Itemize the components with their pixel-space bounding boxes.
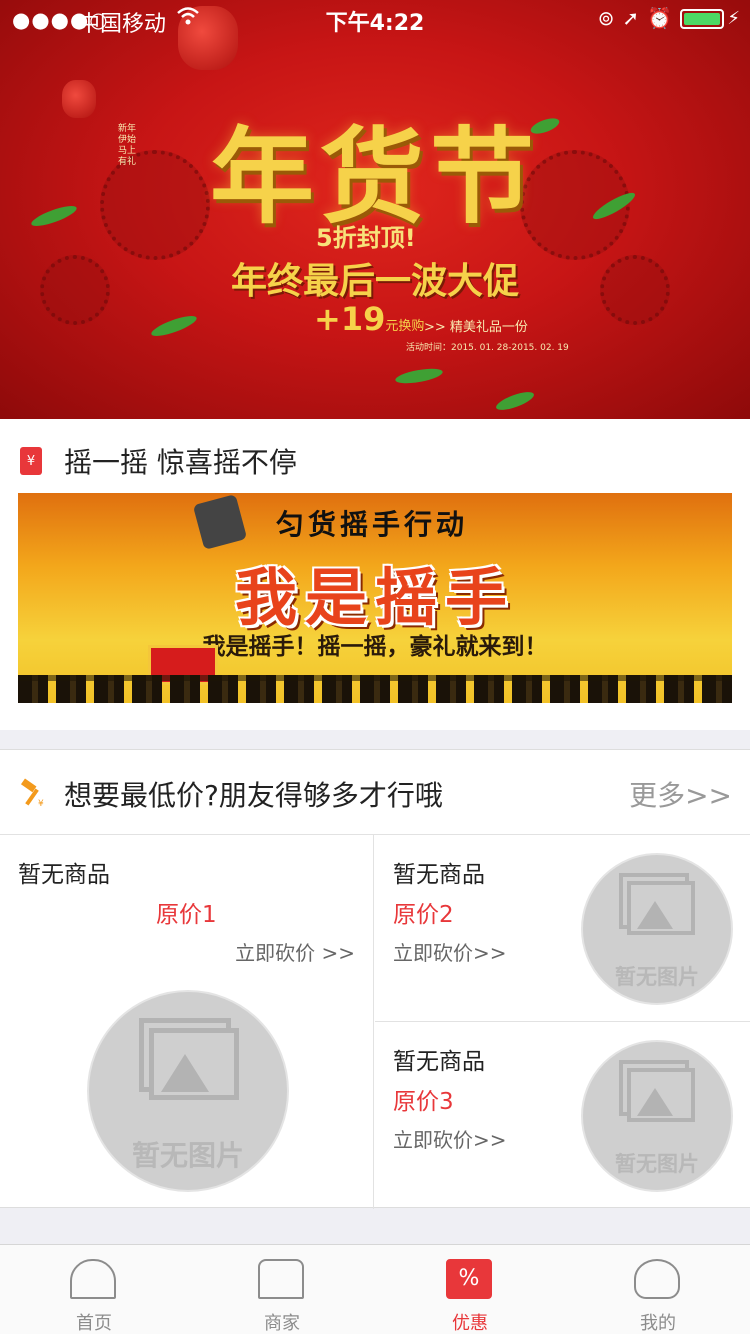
product-name: 暂无商品 <box>18 862 110 888</box>
product-original-price: 原价2 <box>393 902 454 928</box>
tab-label: 我的 <box>640 1313 676 1334</box>
location-icon: ➚ <box>622 6 648 30</box>
product-name: 暂无商品 <box>393 862 485 888</box>
hero-banner[interactable]: 新年伊始 马上有礼 年货节 5折封顶! 年终最后一波大促 +19元换购 >> 精… <box>0 0 750 419</box>
no-image-text: 暂无图片 <box>615 965 699 989</box>
product-original-price: 原价3 <box>393 1089 454 1115</box>
hero-plus-unit: 元换购 <box>385 319 425 334</box>
no-image-text: 暂无图片 <box>131 1139 244 1172</box>
home-icon <box>70 1259 116 1299</box>
status-bar: ●●●●○ 中国移动 下午4:22 ⊚➚⏰ ⚡ <box>0 0 750 40</box>
bargain-title: 想要最低价?朋友得够多才行哦 <box>64 779 443 812</box>
tab-discount[interactable]: % 优惠 <box>376 1245 564 1334</box>
alarm-icon: ⏰ <box>647 6 680 30</box>
tab-profile[interactable]: 我的 <box>564 1245 750 1334</box>
hero-cap-line: 5折封顶! <box>316 224 416 252</box>
tab-bar: 首页 商家 % 优惠 我的 <box>0 1244 750 1334</box>
tab-label: 优惠 <box>452 1313 488 1334</box>
bargain-now-link[interactable]: 立即砍价 >> <box>235 937 355 966</box>
no-image-placeholder: 暂无图片 <box>581 1040 733 1192</box>
svg-text:¥: ¥ <box>38 799 44 808</box>
shake-banner-slogan: 我是摇手！摇一摇，豪礼就来到！ <box>202 634 548 660</box>
hero-subtitle: 年终最后一波大促 <box>230 261 519 302</box>
tab-label: 首页 <box>76 1313 112 1334</box>
hero-plus-value: +19 <box>314 300 386 338</box>
tab-label: 商家 <box>264 1313 300 1334</box>
bargain-item-1[interactable]: 暂无商品 原价1 立即砍价 >> 暂无图片 <box>0 835 374 1209</box>
bargain-item-3[interactable]: 暂无商品 原价3 立即砍价>> 暂无图片 <box>375 1022 750 1209</box>
no-image-placeholder: 暂无图片 <box>87 990 289 1192</box>
discount-icon: % <box>446 1259 492 1299</box>
mountain-shape <box>637 1088 673 1116</box>
shake-banner[interactable]: 匀货摇手行动 我是摇手 我是摇手！摇一摇，豪礼就来到！ <box>18 493 732 703</box>
product-name: 暂无商品 <box>393 1049 485 1075</box>
rotation-lock-icon: ⊚ <box>597 6 623 30</box>
shake-header[interactable]: ¥ 摇一摇 惊喜摇不停 <box>0 419 750 493</box>
user-icon <box>634 1259 680 1299</box>
red-envelope-icon: ¥ <box>20 447 42 475</box>
leaf-decoration <box>394 365 444 387</box>
no-image-placeholder: 暂无图片 <box>581 853 733 1005</box>
product-original-price: 原价1 <box>156 902 217 928</box>
status-icons: ⊚➚⏰ <box>598 6 680 30</box>
bargain-grid: 暂无商品 原价1 立即砍价 >> 暂无图片 暂无商品 原价2 立即砍价>> 暂无… <box>0 834 750 1209</box>
shake-title: 摇一摇 惊喜摇不停 <box>64 446 297 479</box>
leaf-decoration <box>494 388 536 414</box>
hero-plus-price: +19元换购 <box>314 300 424 338</box>
hero-gift-text: >> 精美礼品一份 <box>424 320 528 335</box>
mountain-shape <box>637 901 673 929</box>
shop-icon <box>258 1259 304 1299</box>
shake-section: ¥ 摇一摇 惊喜摇不停 匀货摇手行动 我是摇手 我是摇手！摇一摇，豪礼就来到！ <box>0 419 750 730</box>
shake-banner-main-text: 我是摇手 <box>234 561 515 634</box>
tab-shop[interactable]: 商家 <box>188 1245 376 1334</box>
mountain-shape <box>161 1054 209 1092</box>
bargain-section: ¥ 想要最低价?朋友得够多才行哦 更多>> 暂无商品 原价1 立即砍价 >> 暂… <box>0 749 750 1209</box>
shake-banner-top-text: 匀货摇手行动 <box>276 508 469 541</box>
more-link[interactable]: 更多>> <box>629 774 732 814</box>
leaf-decoration <box>149 312 199 340</box>
crowd-decoration <box>18 675 732 703</box>
tab-home[interactable]: 首页 <box>0 1245 188 1334</box>
bargain-hammer-icon: ¥ <box>18 778 48 814</box>
no-image-text: 暂无图片 <box>615 1152 699 1176</box>
hero-date-text: 活动时间：2015. 01. 28-2015. 02. 19 <box>406 343 569 353</box>
bargain-now-link[interactable]: 立即砍价>> <box>393 937 507 966</box>
phone-icon <box>192 494 248 550</box>
charging-icon: ⚡ <box>727 8 740 29</box>
bargain-now-link[interactable]: 立即砍价>> <box>393 1124 507 1153</box>
bargain-item-2[interactable]: 暂无商品 原价2 立即砍价>> 暂无图片 <box>375 835 750 1022</box>
battery-icon <box>680 9 724 29</box>
